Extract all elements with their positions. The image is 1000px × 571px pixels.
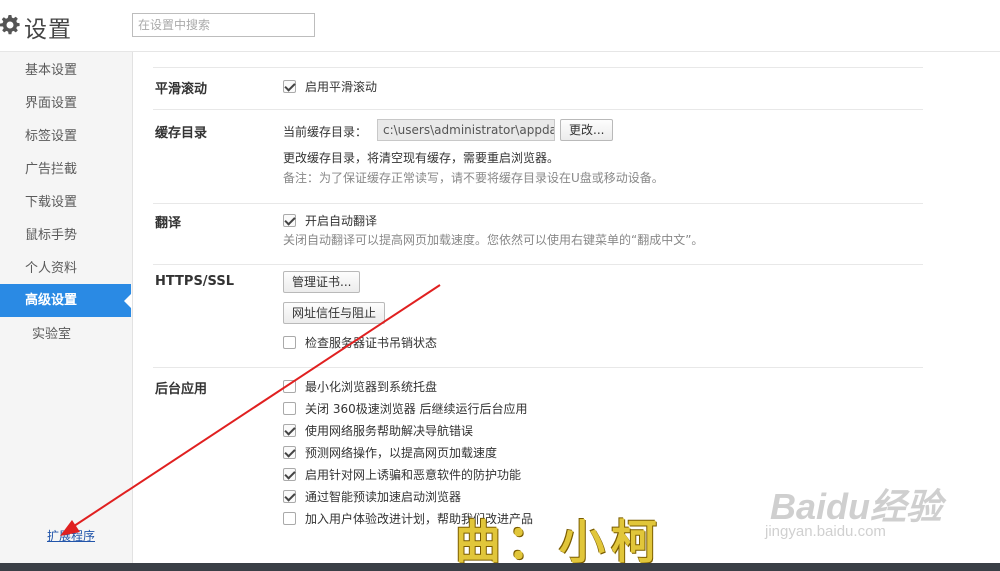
option-label: 关闭 360极速浏览器 后继续运行后台应用 (305, 402, 528, 416)
section-title-background: 后台应用 (155, 382, 208, 397)
cache-current-label: 当前缓存目录： (283, 125, 368, 139)
divider (153, 67, 923, 68)
section-title-smooth-scroll: 平滑滚动 (155, 82, 208, 97)
divider (153, 264, 923, 265)
manage-certificates-button[interactable]: 管理证书... (283, 271, 361, 293)
translate-note-text: 关闭自动翻译可以提高网页加载速度。您依然可以使用右键菜单的“翻成中文”。 (283, 233, 704, 247)
auto-translate-option[interactable]: 开启自动翻译 (283, 212, 377, 229)
check-revocation-option[interactable]: 检查服务器证书吊销状态 (283, 334, 437, 351)
divider (153, 203, 923, 204)
sidebar: 基本设置 界面设置 标签设置 广告拦截 下载设置 鼠标手势 个人资料 高级设置 … (0, 52, 133, 571)
search-input[interactable] (132, 13, 315, 37)
option-label: 启用平滑滚动 (305, 80, 378, 94)
bg-option[interactable]: 最小化浏览器到系统托盘 (283, 378, 437, 395)
checkbox-checked[interactable] (283, 80, 296, 93)
bg-option[interactable]: 启用针对网上诱骗和恶意软件的防护功能 (283, 466, 521, 483)
section-title-cache: 缓存目录 (155, 126, 208, 141)
option-label: 预测网络操作，以提高网页加载速度 (305, 446, 498, 460)
sidebar-item-interface[interactable]: 界面设置 (0, 87, 133, 120)
bottom-strip (0, 563, 1000, 571)
checkbox-checked[interactable] (283, 490, 296, 503)
bg-option[interactable]: 关闭 360极速浏览器 后继续运行后台应用 (283, 400, 528, 417)
option-label: 开启自动翻译 (305, 214, 378, 228)
checkbox-unchecked[interactable] (283, 512, 296, 525)
sidebar-item-download[interactable]: 下载设置 (0, 186, 133, 219)
option-label: 通过智能预读加速启动浏览器 (305, 490, 462, 504)
author-watermark: 曲：小柯 (455, 515, 663, 569)
header: 设置 (0, 0, 1000, 52)
page-title: 设置 (24, 17, 72, 43)
divider (153, 367, 923, 368)
url-trust-block-button[interactable]: 网址信任与阻止 (283, 302, 386, 324)
sidebar-item-profile[interactable]: 个人资料 (0, 252, 133, 285)
checkbox-checked[interactable] (283, 214, 296, 227)
cache-info-text: 更改缓存目录，将清空现有缓存，需要重启浏览器。 (283, 151, 560, 165)
baidu-url-watermark: jingyan.baidu.com (765, 523, 886, 540)
gear-icon (0, 15, 20, 35)
cache-note-text: 备注：为了保证缓存正常读写，请不要将缓存目录设在U盘或移动设备。 (283, 171, 664, 185)
checkbox-unchecked[interactable] (283, 336, 296, 349)
bg-option[interactable]: 预测网络操作，以提高网页加载速度 (283, 444, 497, 461)
change-cache-button[interactable]: 更改... (560, 119, 614, 141)
bg-option[interactable]: 通过智能预读加速启动浏览器 (283, 488, 461, 505)
checkbox-checked[interactable] (283, 446, 296, 459)
option-label: 启用针对网上诱骗和恶意软件的防护功能 (305, 468, 522, 482)
checkbox-checked[interactable] (283, 424, 296, 437)
section-title-https: HTTPS/SSL (155, 274, 234, 289)
checkbox-unchecked[interactable] (283, 380, 296, 393)
sidebar-item-basic[interactable]: 基本设置 (0, 54, 133, 87)
option-label: 最小化浏览器到系统托盘 (305, 380, 438, 394)
section-title-translate: 翻译 (155, 216, 182, 231)
smooth-scroll-option[interactable]: 启用平滑滚动 (283, 78, 377, 95)
checkbox-unchecked[interactable] (283, 402, 296, 415)
sidebar-item-tabs[interactable]: 标签设置 (0, 120, 133, 153)
checkbox-checked[interactable] (283, 468, 296, 481)
sidebar-item-adblock[interactable]: 广告拦截 (0, 153, 133, 186)
cache-path-field[interactable]: c:\users\administrator\appdata (377, 119, 555, 141)
divider (153, 109, 923, 110)
sidebar-item-mouse-gesture[interactable]: 鼠标手势 (0, 219, 133, 252)
option-label: 使用网络服务帮助解决导航错误 (305, 424, 474, 438)
sidebar-item-lab[interactable]: 实验室 (0, 318, 133, 351)
option-label: 检查服务器证书吊销状态 (305, 336, 438, 350)
sidebar-item-advanced[interactable]: 高级设置 (0, 284, 132, 317)
extensions-link[interactable]: 扩展程序 (47, 527, 95, 544)
settings-page: 设置 基本设置 界面设置 标签设置 广告拦截 下载设置 鼠标手势 个人资料 高级… (0, 0, 1000, 571)
bg-option[interactable]: 使用网络服务帮助解决导航错误 (283, 422, 473, 439)
